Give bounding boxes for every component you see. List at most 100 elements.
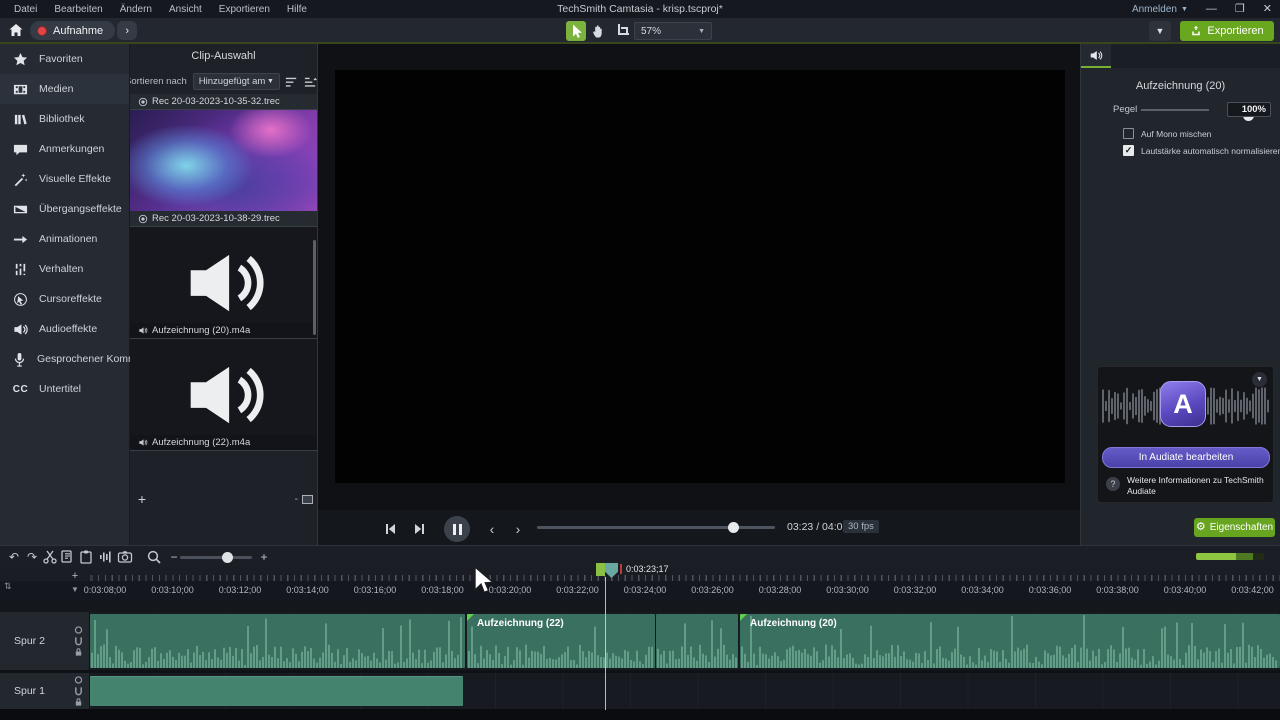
sidebar-item-untertitel[interactable]: CCUntertitel — [0, 374, 129, 404]
checkbox-unchecked[interactable] — [1123, 128, 1134, 139]
mono-mix-option[interactable]: Auf Mono mischen — [1123, 128, 1211, 139]
playhead-out-marker[interactable] — [620, 564, 622, 574]
sidebar-item-uebergangseffekte[interactable]: Übergangseffekte — [0, 194, 129, 224]
media-item-label[interactable]: Rec 20-03-2023-10-35-32.trec — [130, 94, 318, 109]
menu-bearbeiten[interactable]: Bearbeiten — [54, 4, 102, 15]
export-button[interactable]: Exportieren — [1180, 21, 1274, 41]
sidebar-item-favoriten[interactable]: Favoriten — [0, 44, 129, 74]
step-forward-button[interactable] — [410, 519, 430, 539]
paste-icon[interactable] — [78, 549, 94, 565]
media-item-label[interactable]: Rec 20-03-2023-10-38-29.trec — [130, 211, 318, 226]
sort-ascending-icon[interactable] — [284, 74, 299, 89]
menu-ändern[interactable]: Ändern — [120, 4, 152, 15]
tab-audio-properties[interactable] — [1081, 44, 1111, 68]
previous-clip-icon[interactable]: ‹ — [484, 521, 500, 537]
edit-cursor-tool[interactable] — [566, 21, 586, 41]
playback-slider-handle[interactable] — [728, 522, 739, 533]
track-spur2-content[interactable]: Aufzeichnung (22) Aufzeichnung (20) — [90, 612, 1280, 670]
sidebar-item-bibliothek[interactable]: Bibliothek — [0, 104, 129, 134]
copy-icon[interactable] — [60, 549, 76, 565]
pause-button[interactable] — [444, 516, 470, 542]
clip-bin-panel: Clip-Auswahl Sortieren nach Hinzugefügt … — [130, 44, 318, 545]
lock-icon — [74, 648, 83, 657]
canvas-zoom-select[interactable]: 57%▼ — [634, 22, 712, 40]
level-slider[interactable] — [1141, 109, 1209, 111]
record-button[interactable]: Aufnahme — [30, 21, 115, 40]
redo-icon[interactable]: ↷ — [24, 549, 40, 565]
menu-hilfe[interactable]: Hilfe — [287, 4, 307, 15]
timeline-audio-clip[interactable]: Aufzeichnung (20) — [740, 614, 1280, 668]
playhead-in-handle[interactable] — [596, 563, 605, 576]
sidebar-item-visuelle-effekte[interactable]: Visuelle Effekte — [0, 164, 129, 194]
timeline-zoom-slider[interactable] — [180, 556, 252, 559]
thumbnail-size-control[interactable]: - — [295, 494, 313, 505]
split-scissors-icon[interactable] — [42, 549, 58, 565]
sidebar-item-verhalten[interactable]: Verhalten — [0, 254, 129, 284]
export-dropdown-button[interactable]: ▼ — [1149, 21, 1171, 41]
timeline-scroll-indicator[interactable] — [1196, 553, 1264, 560]
playback-slider[interactable] — [537, 526, 775, 529]
timeline-zoom-handle[interactable] — [222, 552, 233, 563]
track-toggles[interactable] — [74, 676, 83, 707]
properties-button[interactable]: ⚙ Eigenschaften — [1194, 518, 1275, 537]
add-media-button[interactable]: + — [134, 491, 150, 507]
sidebar-item-animationen[interactable]: Animationen — [0, 224, 129, 254]
timeline-audio-clip[interactable] — [656, 614, 738, 668]
camera-icon[interactable] — [117, 549, 133, 565]
magnet-icon — [74, 687, 83, 696]
media-thumbnail-audio[interactable]: Aufzeichnung (22).m4a — [130, 339, 318, 450]
sidebar: Favoriten MedienBibliothekAnmerkungenVisu… — [0, 44, 130, 545]
collapse-tracks-icon[interactable]: ▼ — [68, 583, 82, 595]
sidebar-item-gesprochener-kommentar[interactable]: Gesprochener Kommentar — [0, 344, 129, 374]
track-spur1-content[interactable] — [90, 673, 1280, 709]
step-backward-button[interactable] — [380, 519, 400, 539]
zoom-magnifier-icon[interactable] — [146, 549, 162, 565]
normalize-option[interactable]: ✓ Lautstärke automatisch normalisieren — [1123, 145, 1280, 156]
menu-exportieren[interactable]: Exportieren — [219, 4, 270, 15]
minimize-button[interactable]: — — [1206, 4, 1217, 15]
media-thumbnail-video[interactable] — [130, 110, 318, 211]
help-icon[interactable]: ? — [1106, 477, 1120, 491]
sidebar-item-label: Verhalten — [39, 263, 83, 275]
checkbox-checked[interactable]: ✓ — [1123, 145, 1134, 156]
playhead-line[interactable] — [605, 577, 606, 710]
record-icon — [138, 97, 148, 107]
pan-hand-tool[interactable] — [589, 21, 609, 41]
timeline-audio-clip[interactable]: Aufzeichnung (22) — [467, 614, 655, 668]
menu-datei[interactable]: Datei — [14, 4, 37, 15]
next-clip-icon[interactable]: › — [510, 521, 526, 537]
sidebar-item-anmerkungen[interactable]: Anmerkungen — [0, 134, 129, 164]
signin-button[interactable]: Anmelden▼ — [1132, 4, 1188, 15]
sidebar-item-label: Favoriten — [39, 53, 83, 65]
edit-in-audiate-button[interactable]: In Audiate bearbeiten — [1102, 447, 1270, 468]
ruler-tick-label: 0:03:28;00 — [759, 585, 802, 595]
sidebar-item-cursoreffekte[interactable]: Cursoreffekte — [0, 284, 129, 314]
undo-icon[interactable]: ↶ — [6, 549, 22, 565]
sort-descending-icon[interactable] — [303, 74, 318, 89]
audio-levels-icon[interactable] — [98, 549, 114, 565]
level-value-field[interactable]: 100% — [1227, 102, 1271, 117]
playback-time: 03:23 / 04:07 — [787, 521, 848, 533]
crop-tool[interactable] — [612, 21, 632, 41]
track-toggles[interactable] — [74, 626, 83, 657]
track-header-spur1[interactable]: Spur 1 — [0, 673, 90, 709]
ruler-tick-label: 0:03:32;00 — [894, 585, 937, 595]
timeline-audio-clip[interactable] — [90, 614, 465, 668]
preview-canvas[interactable] — [335, 70, 1065, 483]
audiate-info-text[interactable]: Weitere Informationen zu TechSmith Audia… — [1127, 475, 1269, 497]
sidebar-item-medien[interactable]: Medien — [0, 74, 129, 104]
media-thumbnail-audio[interactable]: Aufzeichnung (20).m4a — [130, 227, 318, 338]
track-options-icon[interactable]: ⇅ — [4, 581, 12, 592]
sort-by-select[interactable]: Hinzugefügt am▼ — [193, 73, 280, 90]
zoom-in-icon[interactable]: + — [256, 549, 272, 565]
track-header-spur2[interactable]: Spur 2 — [0, 612, 90, 670]
home-icon[interactable] — [8, 22, 26, 38]
menu-ansicht[interactable]: Ansicht — [169, 4, 202, 15]
timeline-clip[interactable] — [90, 676, 463, 706]
close-button[interactable]: ✕ — [1263, 4, 1272, 15]
restore-button[interactable]: ❐ — [1235, 4, 1245, 15]
sidebar-item-audioeffekte[interactable]: Audioeffekte — [0, 314, 129, 344]
add-track-button[interactable]: + — [68, 570, 82, 582]
media-scrollbar[interactable] — [313, 240, 316, 335]
record-chevron-icon[interactable]: › — [117, 21, 137, 40]
